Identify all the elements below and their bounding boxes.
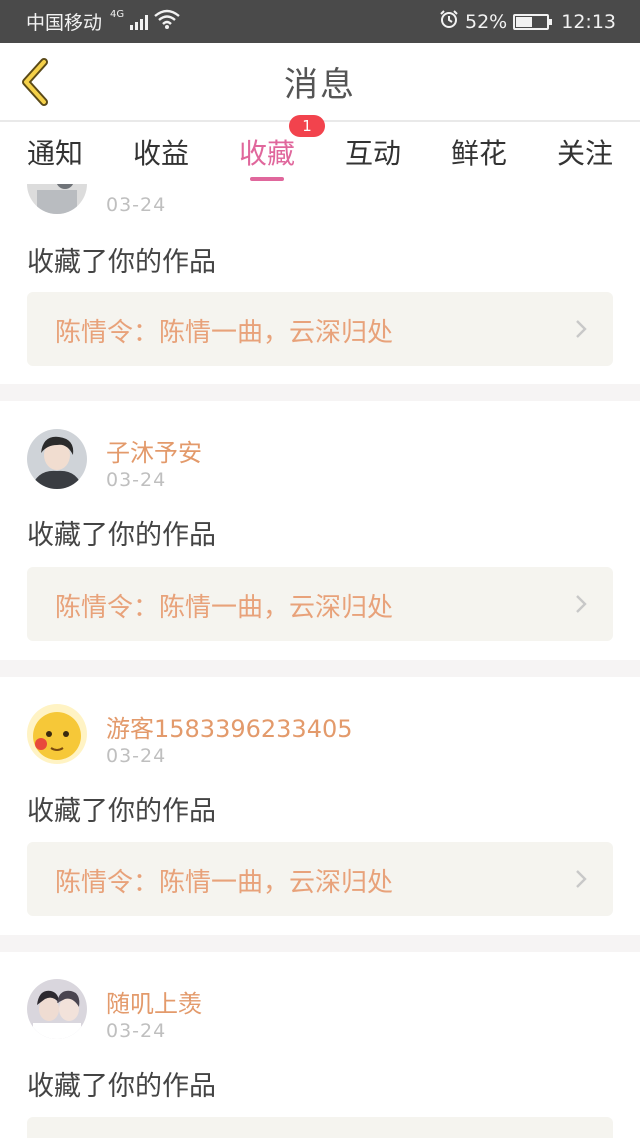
carrier-name: 中国移动 bbox=[26, 12, 103, 34]
tab-earnings[interactable]: 收益 bbox=[116, 122, 206, 182]
status-right: 52% 12:13 bbox=[439, 9, 616, 34]
unread-badge: 1 bbox=[289, 115, 325, 137]
wifi-icon bbox=[154, 9, 180, 34]
work-title: 陈情令：陈情一曲，云深归处 bbox=[55, 868, 394, 898]
section-gap bbox=[0, 935, 640, 952]
battery-percent: 52% bbox=[465, 10, 508, 33]
avatar[interactable] bbox=[27, 704, 87, 764]
tab-flowers[interactable]: 鲜花 bbox=[434, 122, 524, 182]
avatar[interactable] bbox=[27, 429, 87, 489]
work-link[interactable] bbox=[27, 1117, 613, 1138]
list-item: 03-24 收藏了你的作品 陈情令：陈情一曲，云深归处 bbox=[0, 184, 640, 366]
post-date: 03-24 bbox=[106, 745, 167, 767]
tab-bar: 通知 收益 收藏 互动 鲜花 关注 1 bbox=[0, 115, 640, 184]
post-date: 03-24 bbox=[106, 469, 167, 491]
clock: 12:13 bbox=[561, 10, 616, 33]
list-item: 游客1583396233405 03-24 收藏了你的作品 陈情令：陈情一曲，云… bbox=[0, 677, 640, 916]
tab-interactions[interactable]: 互动 bbox=[328, 122, 418, 182]
work-title: 陈情令：陈情一曲，云深归处 bbox=[55, 593, 394, 623]
chevron-right-icon bbox=[576, 595, 587, 613]
post-date: 03-24 bbox=[106, 1020, 167, 1042]
avatar[interactable] bbox=[27, 979, 87, 1039]
battery-icon bbox=[513, 13, 553, 30]
action-text: 收藏了你的作品 bbox=[27, 247, 216, 278]
action-text: 收藏了你的作品 bbox=[27, 520, 216, 551]
action-text: 收藏了你的作品 bbox=[27, 1071, 216, 1102]
tab-follows[interactable]: 关注 bbox=[540, 122, 630, 182]
work-link[interactable]: 陈情令：陈情一曲，云深归处 bbox=[27, 292, 613, 366]
work-title: 陈情令：陈情一曲，云深归处 bbox=[55, 318, 394, 348]
work-link[interactable]: 陈情令：陈情一曲，云深归处 bbox=[27, 842, 613, 916]
status-bar: 中国移动 4G 52% 12:13 bbox=[0, 0, 640, 43]
post-date: 03-24 bbox=[106, 194, 167, 216]
screen: 中国移动 4G 52% 12:13 消息 通知 收益 收藏 互动 鲜花 关注 1… bbox=[0, 0, 640, 1138]
section-gap bbox=[0, 660, 640, 677]
tab-notifications[interactable]: 通知 bbox=[10, 122, 100, 182]
work-link[interactable]: 陈情令：陈情一曲，云深归处 bbox=[27, 567, 613, 641]
chevron-right-icon bbox=[576, 320, 587, 338]
list-item: 子沐予安 03-24 收藏了你的作品 陈情令：陈情一曲，云深归处 bbox=[0, 401, 640, 641]
status-left: 中国移动 4G bbox=[26, 8, 180, 35]
title-bar: 消息 bbox=[0, 43, 640, 120]
network-type: 4G bbox=[110, 9, 125, 20]
back-button[interactable] bbox=[14, 57, 60, 107]
username[interactable]: 随叽上羡 bbox=[106, 984, 202, 1019]
list-item: 随叽上羡 03-24 收藏了你的作品 bbox=[0, 952, 640, 1138]
action-text: 收藏了你的作品 bbox=[27, 796, 216, 827]
username[interactable]: 子沐予安 bbox=[106, 433, 202, 468]
chevron-left-icon bbox=[22, 58, 48, 106]
avatar[interactable] bbox=[27, 184, 87, 214]
favorites-feed[interactable]: 03-24 收藏了你的作品 陈情令：陈情一曲，云深归处 子沐予安 03-24 收… bbox=[0, 184, 640, 1138]
signal-icon bbox=[130, 14, 149, 30]
active-tab-indicator bbox=[250, 177, 284, 181]
section-gap bbox=[0, 384, 640, 401]
alarm-icon bbox=[439, 9, 459, 34]
username[interactable]: 游客1583396233405 bbox=[106, 709, 353, 744]
chevron-right-icon bbox=[576, 870, 587, 888]
page-title: 消息 bbox=[284, 65, 356, 105]
